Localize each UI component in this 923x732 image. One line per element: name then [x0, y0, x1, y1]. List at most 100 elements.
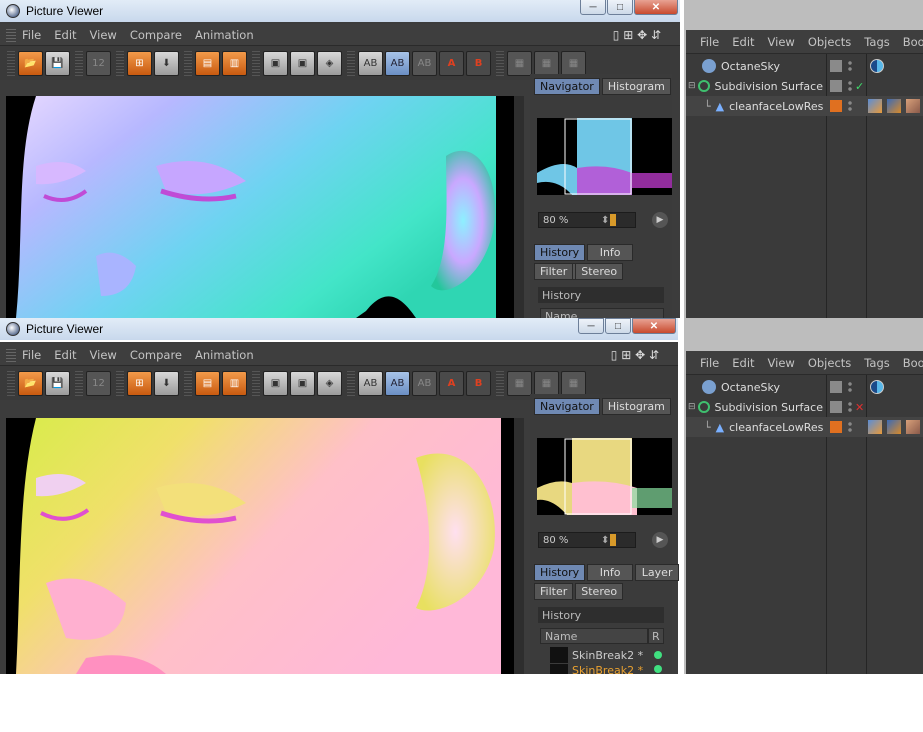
om-menu-boo[interactable]: Boo — [903, 356, 923, 370]
om-menu-edit[interactable]: Edit — [732, 356, 754, 370]
tab-stereo[interactable]: Stereo — [575, 583, 624, 600]
expand-icon[interactable]: ⊟ — [688, 402, 696, 412]
om-menu-tags[interactable]: Tags — [864, 356, 889, 370]
visibility-dots[interactable] — [848, 80, 852, 92]
om-menu-boo[interactable]: Boo — [903, 35, 923, 49]
object-row-subdivision[interactable]: ⊟ Subdivision Surface ✓ — [686, 76, 923, 96]
layer-swatch[interactable] — [830, 381, 842, 393]
view-a-icon[interactable]: ▣ — [263, 50, 288, 76]
play-icon[interactable]: ▶ — [652, 532, 668, 548]
octane-tag-icon[interactable] — [870, 380, 884, 394]
layer-swatch[interactable] — [830, 100, 842, 112]
rgb-icon[interactable]: 12 — [86, 50, 111, 76]
maximize-button[interactable]: □ — [605, 318, 631, 334]
paste-icon[interactable]: ▥ — [222, 50, 247, 76]
filter2-icon[interactable]: ▦ — [534, 370, 559, 396]
history-row[interactable]: SkinBreak2 * — [540, 646, 664, 664]
om-menu-edit[interactable]: Edit — [732, 35, 754, 49]
save-icon[interactable]: 💾 — [45, 370, 70, 396]
viewer-scrollbar[interactable] — [514, 96, 524, 318]
stepper-icon[interactable]: ⬍ — [601, 535, 609, 546]
set-b-icon[interactable]: B — [466, 370, 491, 396]
viewer-scrollbar[interactable] — [514, 418, 524, 674]
ab-split-icon[interactable]: AB — [385, 50, 410, 76]
render-icon[interactable]: ⬇ — [154, 370, 179, 396]
texture-tag-icon[interactable] — [887, 99, 901, 113]
channels-icon[interactable]: ⊞ — [127, 370, 152, 396]
menu-animation[interactable]: Animation — [195, 28, 254, 42]
set-b-icon[interactable]: B — [466, 50, 491, 76]
visibility-dots[interactable] — [848, 100, 852, 112]
menu-animation[interactable]: Animation — [195, 348, 254, 362]
menu-file[interactable]: File — [22, 348, 41, 362]
filter1-icon[interactable]: ▦ — [507, 370, 532, 396]
ab-icon[interactable]: AB — [358, 50, 383, 76]
layout-icons[interactable]: ▯ ⊞ ✥ ⇵ — [613, 28, 661, 42]
tab-navigator[interactable]: Navigator — [534, 398, 600, 415]
layer-swatch[interactable] — [830, 80, 842, 92]
om-menu-view[interactable]: View — [768, 356, 795, 370]
tab-layer[interactable]: Layer — [635, 564, 680, 581]
tab-histogram[interactable]: Histogram — [601, 398, 671, 415]
menu-view[interactable]: View — [90, 348, 117, 362]
material-tag-icon[interactable] — [906, 420, 920, 434]
render-view[interactable] — [6, 418, 514, 674]
title-bar[interactable]: Picture Viewer ─ □ ✕ — [0, 318, 678, 340]
navigator-thumbnail[interactable] — [537, 118, 672, 195]
layer-swatch[interactable] — [830, 401, 842, 413]
menu-edit[interactable]: Edit — [54, 348, 76, 362]
set-a-icon[interactable]: A — [439, 370, 464, 396]
tab-info[interactable]: Info — [587, 564, 634, 581]
view-a-icon[interactable]: ▣ — [263, 370, 288, 396]
close-button[interactable]: ✕ — [632, 318, 676, 334]
om-menu-file[interactable]: File — [700, 35, 719, 49]
zoom-field[interactable]: 80 % ⬍ — [538, 532, 636, 548]
play-icon[interactable]: ▶ — [652, 212, 668, 228]
om-menu-objects[interactable]: Objects — [808, 35, 851, 49]
maximize-button[interactable]: □ — [607, 0, 633, 15]
filter1-icon[interactable]: ▦ — [507, 50, 532, 76]
history-column-r[interactable]: R — [648, 628, 664, 644]
expand-icon[interactable]: ⊟ — [688, 81, 696, 91]
zoom-field[interactable]: 80 % ⬍ — [538, 212, 636, 228]
close-button[interactable]: ✕ — [634, 0, 678, 15]
minimize-button[interactable]: ─ — [580, 0, 606, 15]
tab-stereo[interactable]: Stereo — [575, 263, 624, 280]
texture-tag-icon[interactable] — [887, 420, 901, 434]
zoom-slider-handle[interactable] — [610, 214, 616, 226]
tab-filter[interactable]: Filter — [534, 583, 574, 600]
render-icon[interactable]: ⬇ — [154, 50, 179, 76]
open-icon[interactable]: 📂 — [18, 50, 43, 76]
zoom-slider-handle[interactable] — [610, 534, 616, 546]
filter2-icon[interactable]: ▦ — [534, 50, 559, 76]
om-menu-file[interactable]: File — [700, 356, 719, 370]
tab-history[interactable]: History — [534, 244, 586, 261]
om-menu-view[interactable]: View — [768, 35, 795, 49]
ab-diff-icon[interactable]: AB — [412, 50, 437, 76]
navigator-thumbnail[interactable] — [537, 438, 672, 515]
object-row-subdivision[interactable]: ⊟ Subdivision Surface ✕ — [686, 397, 923, 417]
filter3-icon[interactable]: ▦ — [561, 50, 586, 76]
visibility-dots[interactable] — [848, 401, 852, 413]
layer-swatch[interactable] — [830, 421, 842, 433]
menu-compare[interactable]: Compare — [130, 28, 182, 42]
object-row-octanesky[interactable]: OctaneSky — [686, 56, 923, 76]
open-icon[interactable]: 📂 — [18, 370, 43, 396]
menu-view[interactable]: View — [90, 28, 117, 42]
visibility-dots[interactable] — [848, 381, 852, 393]
stepper-icon[interactable]: ⬍ — [601, 215, 609, 226]
tab-histogram[interactable]: Histogram — [601, 78, 671, 95]
compare-icon[interactable]: ◈ — [317, 370, 342, 396]
history-row[interactable]: SkinBreak2 * — [540, 664, 664, 674]
object-row-octanesky[interactable]: OctaneSky — [686, 377, 923, 397]
paste-icon[interactable]: ▥ — [222, 370, 247, 396]
view-b-icon[interactable]: ▣ — [290, 370, 315, 396]
copy-icon[interactable]: ▤ — [195, 370, 220, 396]
tab-history[interactable]: History — [534, 564, 586, 581]
render-view[interactable] — [6, 96, 514, 318]
title-bar[interactable]: Picture Viewer ─ □ ✕ — [0, 0, 680, 22]
visibility-dots[interactable] — [848, 60, 852, 72]
channels-icon[interactable]: ⊞ — [127, 50, 152, 76]
copy-icon[interactable]: ▤ — [195, 50, 220, 76]
tab-info[interactable]: Info — [587, 244, 634, 261]
